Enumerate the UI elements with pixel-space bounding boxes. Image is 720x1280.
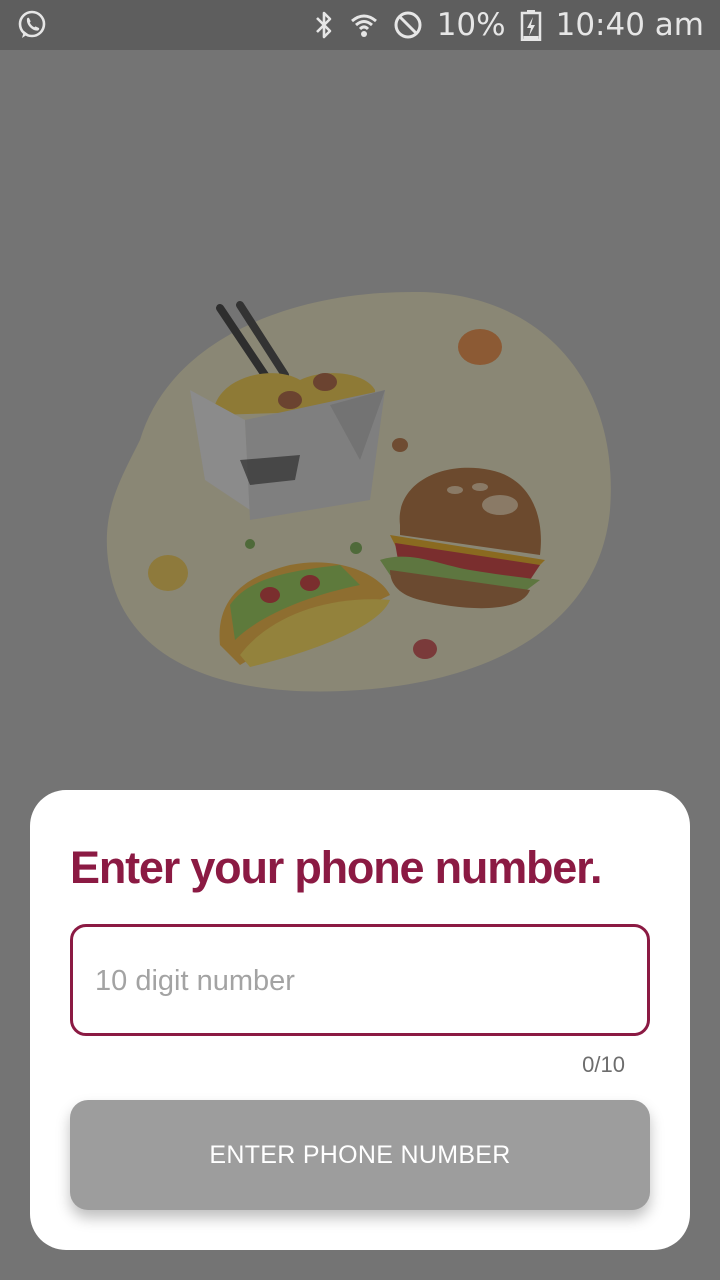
do-not-disturb-icon <box>393 10 423 40</box>
sheet-title: Enter your phone number. <box>70 842 602 893</box>
bluetooth-icon <box>313 10 335 40</box>
whatsapp-icon <box>16 9 48 41</box>
status-bar-right: 10% 10:40 am <box>313 7 704 43</box>
phone-entry-sheet: Enter your phone number. 0/10 ENTER PHON… <box>30 790 690 1250</box>
status-bar-left <box>16 9 313 41</box>
wifi-icon <box>349 10 379 40</box>
character-counter: 0/10 <box>582 1052 625 1077</box>
battery-percentage: 10% <box>436 7 506 43</box>
food-illustration <box>100 280 620 710</box>
phone-input[interactable] <box>93 927 627 1035</box>
battery-charging-icon <box>520 9 542 41</box>
phone-field[interactable] <box>70 924 650 1036</box>
enter-phone-number-button[interactable]: ENTER PHONE NUMBER <box>70 1100 650 1210</box>
status-bar: 10% 10:40 am <box>0 0 720 50</box>
clock: 10:40 am <box>555 7 704 43</box>
